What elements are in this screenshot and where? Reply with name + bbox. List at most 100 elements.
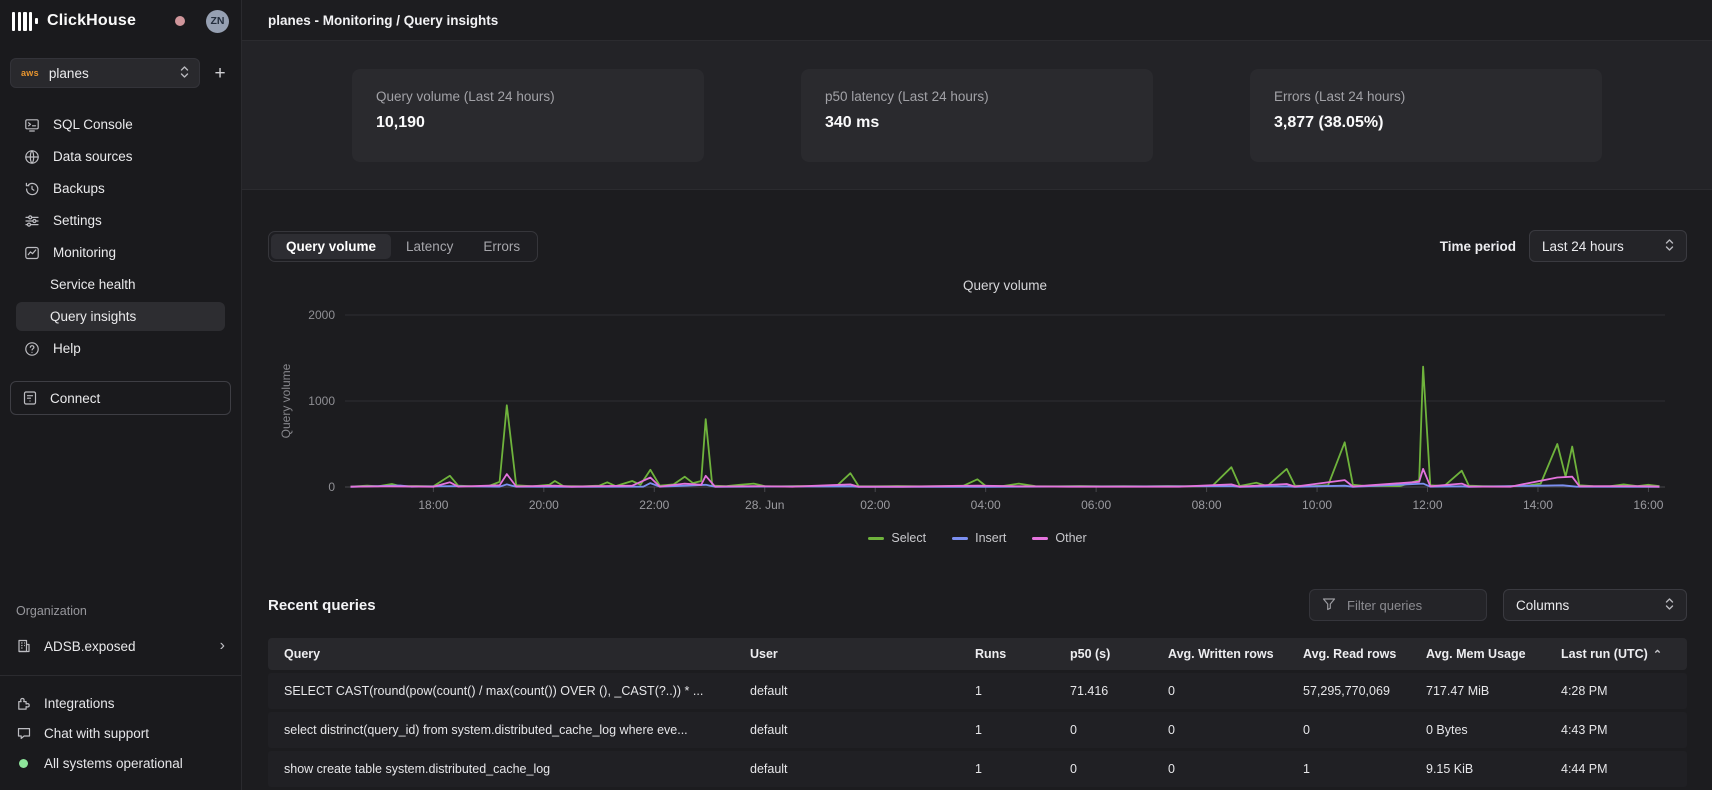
sidebar-item-label: Help [53, 341, 81, 356]
sidebar-item-label: Monitoring [53, 245, 116, 260]
column-header-avg-read-rows[interactable]: Avg. Read rows [1291, 638, 1414, 670]
svg-text:Query volume: Query volume [963, 278, 1047, 293]
organization-item[interactable]: ADSB.exposed › [0, 631, 241, 661]
cell-p50: 0 [1058, 751, 1156, 787]
cell-user: default [738, 673, 963, 709]
sidebar-footer-all-systems-operational[interactable]: All systems operational [0, 748, 241, 778]
connect-label: Connect [50, 391, 100, 406]
chevron-right-icon: › [220, 638, 225, 654]
stats-strip: Query volume (Last 24 hours) 10,190 p50 l… [242, 41, 1712, 190]
column-header-avg-written-rows[interactable]: Avg. Written rows [1156, 638, 1291, 670]
cell-avg-mem: 717.47 MiB [1414, 673, 1549, 709]
tab-errors[interactable]: Errors [468, 234, 535, 259]
time-period-label: Time period [1440, 239, 1516, 254]
sidebar-item-query-insights[interactable]: Query insights [16, 302, 225, 331]
svg-text:18:00: 18:00 [418, 498, 448, 512]
footer-item-label: Integrations [44, 696, 115, 711]
sidebar-header: ClickHouse ZN [0, 0, 241, 42]
stat-value: 340 ms [825, 114, 1129, 132]
cell-query: select distrinct(query_id) from system.d… [268, 712, 738, 748]
stat-label: p50 latency (Last 24 hours) [825, 89, 1129, 104]
cell-runs: 1 [963, 712, 1058, 748]
legend-swatch-icon [1032, 537, 1048, 540]
cell-user: default [738, 751, 963, 787]
cell-avg-mem: 9.15 KiB [1414, 751, 1549, 787]
sidebar-item-data-sources[interactable]: Data sources [16, 142, 225, 171]
chevron-updown-icon [1665, 597, 1674, 614]
add-service-button[interactable]: + [209, 64, 231, 83]
column-header-last-run-utc[interactable]: Last run (UTC)⌃ [1549, 638, 1687, 670]
table-row[interactable]: show create table system.distributed_cac… [268, 751, 1687, 787]
cell-avg-written: 0 [1156, 751, 1291, 787]
time-period-control: Time period Last 24 hours [1440, 230, 1687, 262]
sort-asc-icon: ⌃ [1648, 649, 1662, 661]
tab-latency[interactable]: Latency [391, 234, 468, 259]
legend-item-insert[interactable]: Insert [952, 531, 1006, 545]
cell-runs: 1 [963, 673, 1058, 709]
columns-select[interactable]: Columns [1503, 589, 1687, 621]
notification-dot-icon[interactable] [175, 16, 185, 26]
sidebar-item-settings[interactable]: Settings [16, 206, 225, 235]
service-name: planes [49, 66, 170, 81]
legend-item-other[interactable]: Other [1032, 531, 1086, 545]
svg-text:1000: 1000 [308, 394, 335, 408]
tab-query-volume[interactable]: Query volume [271, 234, 391, 259]
cell-avg-written: 0 [1156, 712, 1291, 748]
content: Query volumeLatencyErrors Time period La… [242, 190, 1712, 790]
sidebar-item-label: Backups [53, 181, 105, 196]
sidebar-footer-integrations[interactable]: Integrations [0, 688, 241, 718]
recent-queries-title: Recent queries [268, 597, 376, 614]
connect-button[interactable]: Connect [10, 381, 231, 415]
stat-card-query-volume-last-24-hours: Query volume (Last 24 hours) 10,190 [352, 69, 704, 162]
svg-text:2000: 2000 [308, 308, 335, 322]
cell-avg-mem: 0 Bytes [1414, 712, 1549, 748]
svg-text:0: 0 [328, 480, 335, 494]
sidebar-item-help[interactable]: Help [16, 334, 225, 363]
chat-icon [16, 725, 32, 741]
footer-item-label: Chat with support [44, 726, 149, 741]
connect-icon [22, 390, 38, 406]
svg-text:16:00: 16:00 [1633, 498, 1663, 512]
svg-text:22:00: 22:00 [639, 498, 669, 512]
chart-legend: Select Insert Other [268, 531, 1687, 545]
sidebar-item-label: SQL Console [53, 117, 133, 132]
cell-runs: 1 [963, 751, 1058, 787]
svg-text:12:00: 12:00 [1412, 498, 1442, 512]
cell-last-run: 4:43 PM [1549, 712, 1687, 748]
column-header-query[interactable]: Query [268, 638, 738, 670]
backups-icon [24, 180, 41, 197]
chevron-updown-icon [1665, 238, 1674, 255]
table-actions: Columns [1309, 589, 1687, 621]
status-dot [19, 759, 28, 768]
sidebar-item-sql-console[interactable]: SQL Console [16, 110, 225, 139]
time-period-select[interactable]: Last 24 hours [1529, 230, 1687, 262]
avatar[interactable]: ZN [206, 10, 229, 33]
cell-p50: 71.416 [1058, 673, 1156, 709]
column-header-p50-s[interactable]: p50 (s) [1058, 638, 1156, 670]
sidebar-item-label: Data sources [53, 149, 133, 164]
column-header-user[interactable]: User [738, 638, 963, 670]
table-row[interactable]: SELECT CAST(round(pow(count() / max(coun… [268, 673, 1687, 709]
topbar: planes - Monitoring / Query insights [242, 0, 1712, 41]
data-sources-icon [24, 148, 41, 165]
chart-area: Query volume010002000Query volume18:0020… [268, 274, 1687, 545]
filter-queries-input[interactable] [1345, 597, 1474, 614]
stat-value: 10,190 [376, 114, 680, 132]
svg-text:02:00: 02:00 [860, 498, 890, 512]
stat-value: 3,877 (38.05%) [1274, 114, 1578, 132]
sidebar-divider [0, 675, 241, 676]
sidebar-item-monitoring[interactable]: Monitoring [16, 238, 225, 267]
svg-text:04:00: 04:00 [971, 498, 1001, 512]
breadcrumb: planes - Monitoring / Query insights [268, 13, 498, 28]
sidebar-item-service-health[interactable]: Service health [16, 270, 225, 299]
legend-item-select[interactable]: Select [868, 531, 926, 545]
sidebar-footer-chat-with-support[interactable]: Chat with support [0, 718, 241, 748]
table-row[interactable]: select distrinct(query_id) from system.d… [268, 712, 1687, 748]
column-header-runs[interactable]: Runs [963, 638, 1058, 670]
service-selector[interactable]: aws planes [10, 58, 200, 88]
sidebar-item-backups[interactable]: Backups [16, 174, 225, 203]
sidebar-item-label: Service health [50, 277, 136, 292]
cell-query: SELECT CAST(round(pow(count() / max(coun… [268, 673, 738, 709]
sidebar-item-label: Settings [53, 213, 102, 228]
column-header-avg-mem-usage[interactable]: Avg. Mem Usage [1414, 638, 1549, 670]
